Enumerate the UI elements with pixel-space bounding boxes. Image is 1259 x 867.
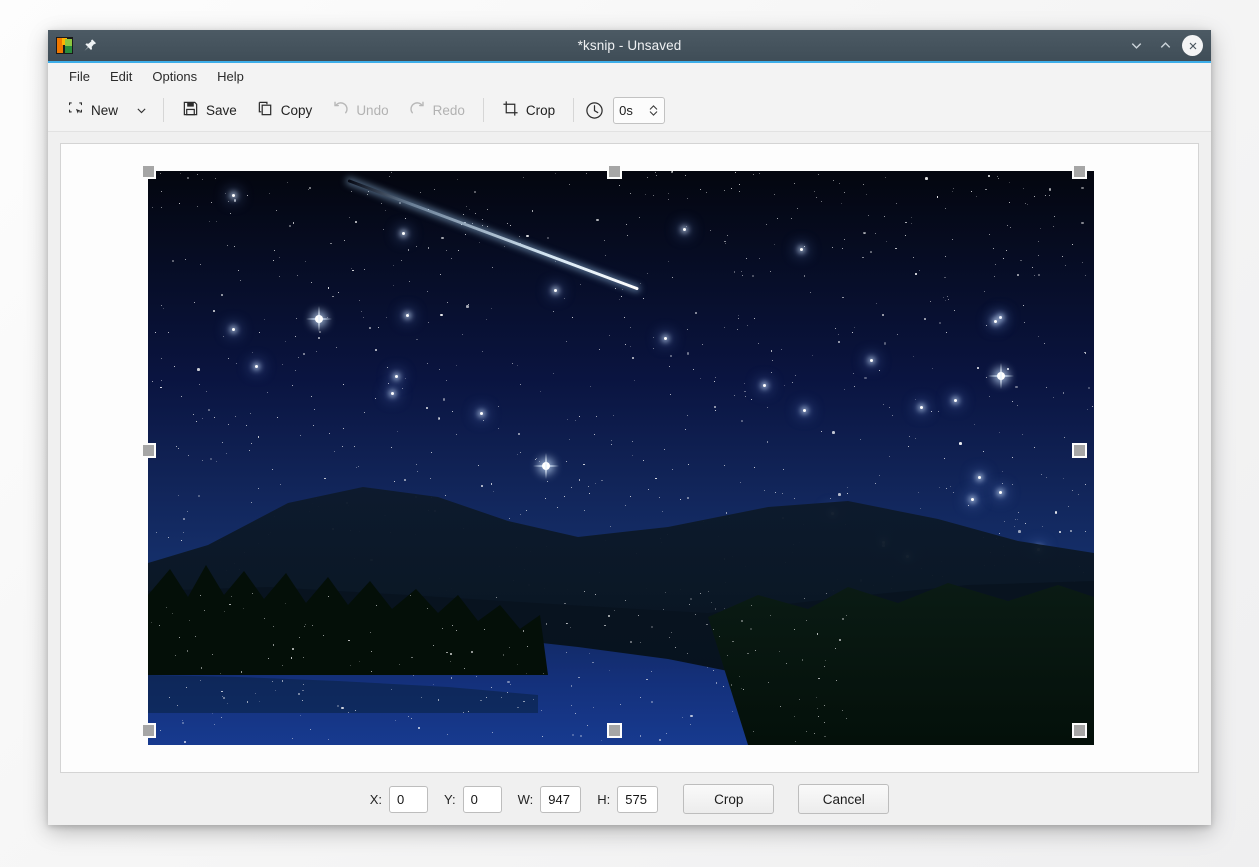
crop-h-group: H: 575	[597, 785, 659, 813]
menu-bar: File Edit Options Help	[48, 63, 1211, 89]
toolbar-separator-1	[163, 98, 165, 122]
menu-item-help[interactable]: Help	[208, 66, 253, 87]
ksnip-window: *ksnip - Unsaved File Edit Options Help	[48, 30, 1211, 825]
floppy-disk-icon	[182, 100, 199, 120]
captured-image[interactable]	[148, 171, 1094, 745]
save-button-label: Save	[206, 102, 237, 118]
redo-button-label: Redo	[432, 102, 465, 118]
title-bar[interactable]: *ksnip - Unsaved	[48, 30, 1211, 63]
image-canvas[interactable]	[60, 143, 1199, 773]
copy-button-label: Copy	[280, 102, 313, 118]
delay-value: 0s	[619, 102, 633, 118]
crop-handle-top-right[interactable]	[1072, 164, 1087, 179]
redo-arrow-icon	[409, 100, 426, 120]
crop-handle-bottom-right[interactable]	[1072, 723, 1087, 738]
crop-button-label: Crop	[525, 102, 556, 118]
crop-w-input[interactable]: 947	[540, 785, 582, 813]
crop-handle-bottom-center[interactable]	[607, 723, 622, 738]
new-button-label: New	[91, 102, 119, 118]
menu-item-file[interactable]: File	[60, 66, 99, 87]
crop-handle-top-center[interactable]	[607, 164, 622, 179]
crop-y-label: Y:	[444, 791, 456, 807]
save-button[interactable]: Save	[173, 95, 246, 125]
new-dropdown-button[interactable]	[129, 99, 154, 122]
minimize-button[interactable]	[1124, 34, 1148, 58]
crop-handle-bottom-left[interactable]	[141, 723, 156, 738]
title-bar-left	[48, 37, 98, 54]
crop-h-input[interactable]: 575	[617, 785, 659, 813]
crop-handle-middle-right[interactable]	[1072, 443, 1087, 458]
crop-y-group: Y: 0	[444, 785, 502, 813]
undo-arrow-icon	[332, 100, 349, 120]
copy-button[interactable]: Copy	[248, 95, 322, 125]
crop-button[interactable]: Crop	[493, 95, 564, 125]
window-controls	[1124, 34, 1211, 58]
crop-cancel-button[interactable]: Cancel	[798, 784, 890, 814]
undo-button[interactable]: Undo	[323, 95, 397, 125]
crop-apply-button[interactable]: Crop	[683, 784, 775, 814]
copy-icon	[257, 100, 274, 120]
crop-x-label: X:	[369, 791, 383, 807]
ksnip-logo-icon	[56, 37, 73, 54]
clock-icon	[585, 101, 604, 120]
close-button[interactable]	[1182, 35, 1203, 56]
maximize-button[interactable]	[1153, 34, 1177, 58]
menu-item-options[interactable]: Options	[143, 66, 206, 87]
new-capture-icon	[67, 100, 84, 120]
delay-spinbox[interactable]: 0s	[613, 96, 666, 124]
crop-w-label: W:	[517, 791, 534, 807]
crop-h-label: H:	[597, 791, 611, 807]
new-button[interactable]: New	[58, 95, 127, 125]
crop-handle-middle-left[interactable]	[141, 443, 156, 458]
undo-button-label: Undo	[356, 102, 389, 118]
window-title: *ksnip - Unsaved	[577, 38, 682, 53]
crop-x-group: X: 0	[369, 785, 429, 813]
crop-w-group: W: 947	[517, 785, 582, 813]
crop-icon	[502, 100, 519, 120]
content-area: X: 0 Y: 0 W: 947 H: 575 Crop Cancel	[48, 132, 1211, 825]
crop-y-input[interactable]: 0	[462, 785, 502, 813]
crop-x-input[interactable]: 0	[389, 785, 429, 813]
toolbar-separator-3	[573, 98, 575, 122]
delay-stepper[interactable]	[648, 104, 659, 117]
toolbar: New Save Copy Undo Redo Crop 0s	[48, 89, 1211, 132]
toolbar-separator-2	[482, 98, 484, 122]
crop-toolbar: X: 0 Y: 0 W: 947 H: 575 Crop Cancel	[60, 773, 1199, 825]
redo-button[interactable]: Redo	[400, 95, 474, 125]
water-reflection-sparkles	[148, 171, 1094, 745]
pin-icon[interactable]	[82, 38, 98, 54]
menu-item-edit[interactable]: Edit	[101, 66, 141, 87]
crop-handle-top-left[interactable]	[141, 164, 156, 179]
